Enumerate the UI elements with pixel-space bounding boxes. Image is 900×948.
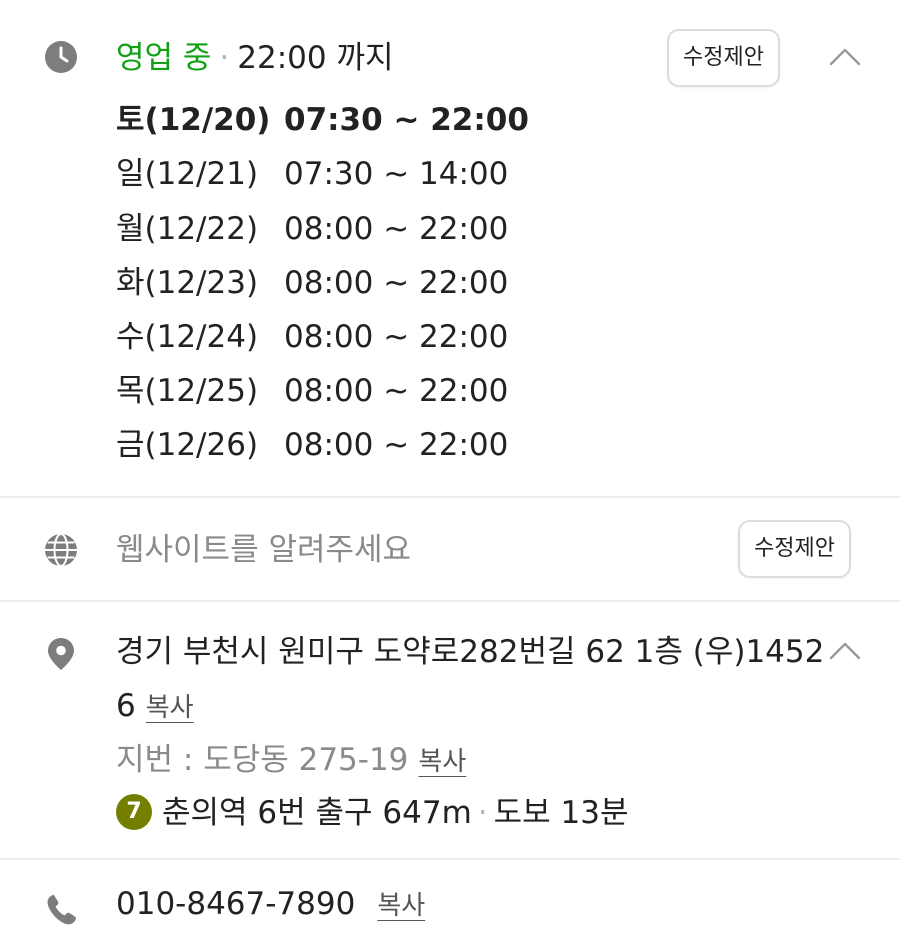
location-pin-icon (44, 637, 78, 671)
phone-section: 010-8467-7890 복사 (0, 860, 900, 948)
hours-suggest-edit-button[interactable]: 수정제안 (667, 29, 780, 87)
schedule-time: 07:30 ~ 14:00 (284, 156, 509, 192)
jibun-copy-link[interactable]: 복사 (418, 747, 466, 777)
closing-time-label: 22:00 까지 (237, 40, 394, 76)
schedule-row: 일(12/21) 07:30 ~ 14:00 (116, 152, 508, 196)
schedule-day: 월(12/22) (116, 211, 259, 247)
schedule-row: 화(12/23) 08:00 ~ 22:00 (116, 261, 508, 305)
phone-copy-link[interactable]: 복사 (377, 891, 425, 921)
schedule-time: 08:00 ~ 22:00 (284, 211, 509, 247)
schedule-row: 월(12/22) 08:00 ~ 22:00 (116, 207, 508, 251)
schedule-day: 화(12/23) (116, 265, 259, 301)
schedule-day: 목(12/25) (116, 373, 259, 409)
subway-exit-text: 춘의역 6번 출구 647m (162, 795, 472, 831)
jibun-address: 지번 : 도당동 275-19 (116, 742, 409, 778)
schedule-time: 08:00 ~ 22:00 (284, 319, 509, 355)
status-separator: · (219, 40, 230, 76)
website-prompt[interactable]: 웹사이트를 알려주세요 (116, 528, 411, 572)
website-suggest-edit-button[interactable]: 수정제안 (738, 520, 851, 578)
schedule-row: 토(12/20) 07:30 ~ 22:00 (116, 98, 529, 142)
jibun-address-line: 지번 : 도당동 275-19 복사 (116, 738, 466, 784)
address-copy-link[interactable]: 복사 (146, 693, 194, 723)
schedule-time: 08:00 ~ 22:00 (284, 427, 509, 463)
schedule-time: 08:00 ~ 22:00 (284, 265, 509, 301)
schedule-row: 수(12/24) 08:00 ~ 22:00 (116, 315, 508, 359)
schedule-row: 금(12/26) 08:00 ~ 22:00 (116, 423, 508, 467)
schedule-day: 금(12/26) (116, 427, 259, 463)
clock-icon (44, 40, 78, 74)
address-line: 경기 부천시 원미구 도약로282번길 62 1층 (우)1452 (116, 634, 825, 670)
opening-hours-section: 영업 중 · 22:00 까지 수정제안 토(12/20) 07:30 ~ 22:0… (0, 0, 900, 498)
open-status-label: 영업 중 (116, 40, 212, 76)
walk-separator: · (477, 795, 488, 831)
address-section: 경기 부천시 원미구 도약로282번길 62 1층 (우)1452 6 복사 지번… (0, 602, 900, 860)
address-line-end: 6 (116, 688, 136, 724)
globe-icon (44, 533, 78, 567)
subway-line-badge: 7 (116, 793, 152, 830)
schedule-day: 일(12/21) (116, 156, 259, 192)
schedule-time: 08:00 ~ 22:00 (284, 373, 509, 409)
schedule-day: 토(12/20) (116, 102, 271, 138)
phone-icon (44, 893, 78, 927)
walk-time-text: 도보 13분 (493, 795, 629, 831)
subway-info-line: 7 춘의역 6번 출구 647m · 도보 13분 (116, 791, 629, 835)
hours-collapse-chevron-up-icon[interactable] (829, 46, 861, 66)
address-line-continued: 6 복사 (116, 684, 194, 730)
business-status: 영업 중 · 22:00 까지 (116, 36, 394, 80)
address-collapse-chevron-up-icon[interactable] (829, 640, 861, 660)
schedule-row: 목(12/25) 08:00 ~ 22:00 (116, 369, 508, 413)
phone-number[interactable]: 010-8467-7890 (116, 886, 355, 922)
website-section: 웹사이트를 알려주세요 수정제안 (0, 498, 900, 602)
schedule-day: 수(12/24) (116, 319, 259, 355)
phone-line: 010-8467-7890 복사 (116, 882, 425, 928)
schedule-time: 07:30 ~ 22:00 (284, 102, 529, 138)
